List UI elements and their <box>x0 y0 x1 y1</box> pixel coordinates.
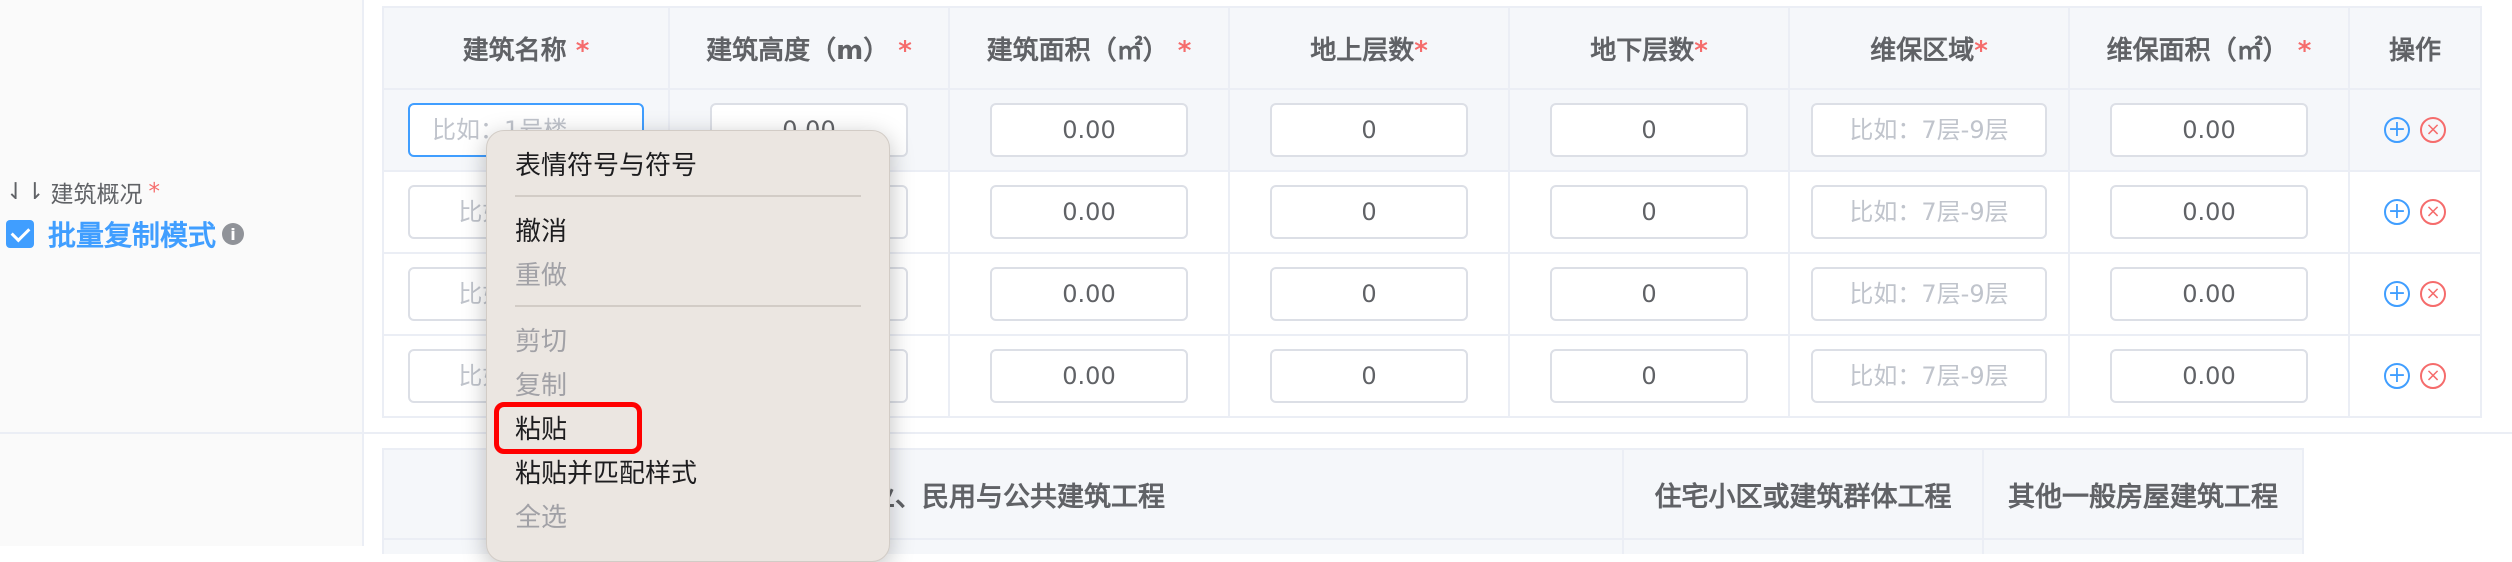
building-area-input[interactable] <box>990 185 1188 239</box>
section-label: ⇃⇂ 建筑概况 * <box>6 175 160 209</box>
context-menu: 表情符号与符号 撤消 重做 剪切 复制 粘贴 粘贴并匹配样式 全选 <box>486 130 890 562</box>
add-row-icon[interactable]: + <box>2384 199 2410 225</box>
add-row-icon[interactable]: + <box>2384 281 2410 307</box>
header-below-floors: 地下层数* <box>1508 6 1790 90</box>
region-input[interactable] <box>1811 185 2047 239</box>
header-area: 建筑面积（㎡） * <box>948 6 1230 90</box>
batch-copy-checkbox[interactable] <box>6 220 34 248</box>
header-name: 建筑名称 * <box>382 6 670 90</box>
remove-row-icon[interactable]: × <box>2420 199 2446 225</box>
menu-separator <box>515 195 861 197</box>
maint-area-input[interactable] <box>2110 267 2308 321</box>
remove-row-icon[interactable]: × <box>2420 117 2446 143</box>
add-row-icon[interactable]: + <box>2384 117 2410 143</box>
form-label-column <box>0 0 362 546</box>
below-floors-input[interactable] <box>1550 185 1748 239</box>
category-residential: 住宅小区或建筑群体工程 <box>1622 448 1984 540</box>
batch-copy-label[interactable]: 批量复制模式 <box>48 214 216 254</box>
above-floors-input[interactable] <box>1270 267 1468 321</box>
menu-item-redo: 重做 <box>515 261 568 291</box>
header-above-floors: 地上层数* <box>1228 6 1510 90</box>
menu-item-undo[interactable]: 撤消 <box>515 211 567 248</box>
info-icon[interactable]: i <box>222 223 245 245</box>
section-title: 建筑概况 <box>50 182 143 208</box>
above-floors-input[interactable] <box>1270 185 1468 239</box>
building-area-input[interactable] <box>990 103 1188 157</box>
header-height: 建筑高度（m） * <box>668 6 950 90</box>
maint-area-input[interactable] <box>2110 349 2308 403</box>
menu-item-cut: 剪切 <box>515 327 568 357</box>
header-region: 维保区域* <box>1788 6 2070 90</box>
region-input[interactable] <box>1811 103 2047 157</box>
table-header-row: 建筑名称 * 建筑高度（m） * 建筑面积（㎡） * 地上层数* 地下层数* 维… <box>382 6 2482 90</box>
header-maint-area: 维保面积（㎡） * <box>2068 6 2350 90</box>
row-divider <box>0 432 2512 434</box>
batch-copy-toggle[interactable]: 批量复制模式 i <box>6 214 245 254</box>
region-input[interactable] <box>1811 267 2047 321</box>
sort-icon: ⇃⇂ <box>6 179 45 205</box>
required-mark: * <box>148 179 161 205</box>
menu-item-emoji[interactable]: 表情符号与符号 <box>515 145 697 182</box>
below-floors-input[interactable] <box>1550 267 1748 321</box>
menu-item-copy: 复制 <box>515 371 568 401</box>
below-floors-input[interactable] <box>1550 103 1748 157</box>
above-floors-input[interactable] <box>1270 103 1468 157</box>
building-area-input[interactable] <box>990 267 1188 321</box>
menu-item-select-all: 全选 <box>515 503 568 533</box>
maint-area-input[interactable] <box>2110 103 2308 157</box>
paste-highlight-box <box>494 402 642 454</box>
below-floors-input[interactable] <box>1550 349 1748 403</box>
remove-row-icon[interactable]: × <box>2420 281 2446 307</box>
menu-item-paste-match-style[interactable]: 粘贴并匹配样式 <box>515 453 697 490</box>
above-floors-input[interactable] <box>1270 349 1468 403</box>
category-other: 其他一般房屋建筑工程 <box>1982 448 2304 540</box>
header-ops: 操作 <box>2348 6 2482 90</box>
building-area-input[interactable] <box>990 349 1188 403</box>
maint-area-input[interactable] <box>2110 185 2308 239</box>
region-input[interactable] <box>1811 349 2047 403</box>
add-row-icon[interactable]: + <box>2384 363 2410 389</box>
column-divider <box>362 0 364 546</box>
remove-row-icon[interactable]: × <box>2420 363 2446 389</box>
menu-separator <box>515 305 861 307</box>
